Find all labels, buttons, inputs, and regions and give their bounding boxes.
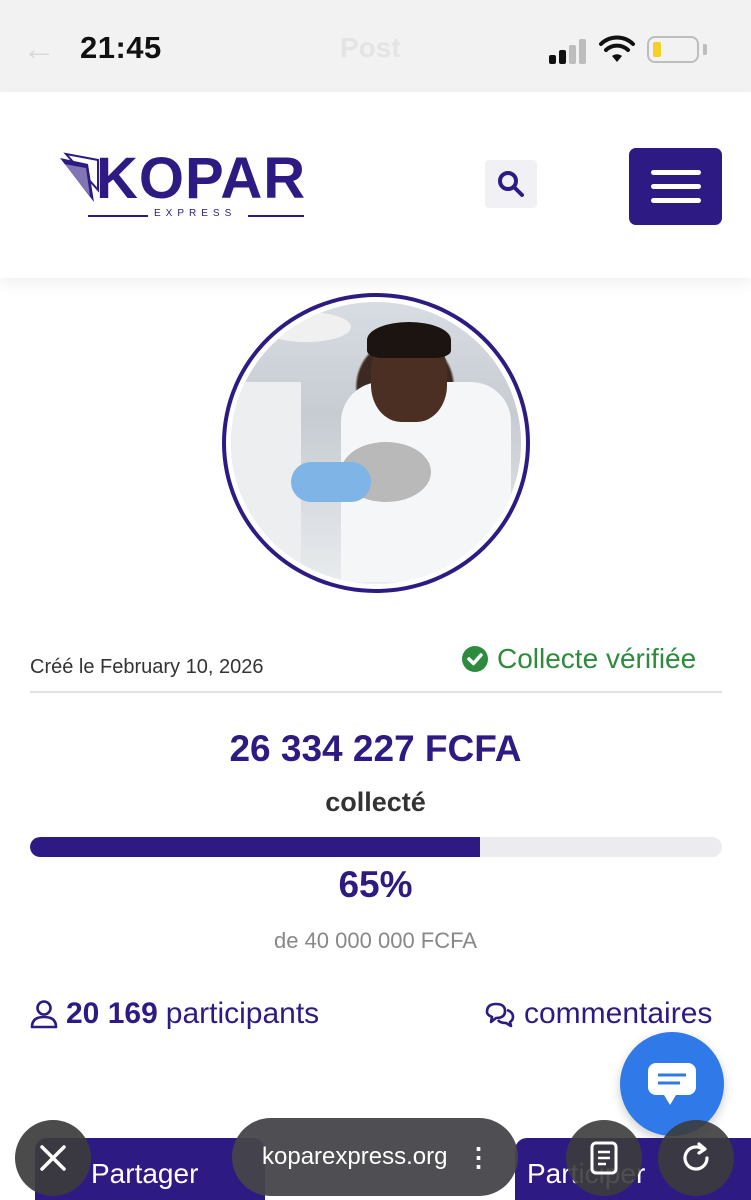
participants-count: 20 169 [66,997,158,1030]
comments-label: commentaires [524,997,713,1030]
search-button[interactable] [485,160,537,208]
site-header: KOPAR EXPRESS [0,92,751,278]
verified-label: Collecte vérifiée [497,643,697,674]
divider [30,691,722,693]
nav-title: Post [340,32,401,63]
amount-collected: 26 334 227 FCFA [229,728,522,769]
progress-bar [30,837,722,857]
reload-icon [683,1142,709,1171]
collected-label: collecté [325,787,426,817]
close-icon [40,1145,66,1171]
participants-link[interactable]: 20 169 participants [30,997,319,1031]
menu-button[interactable] [629,148,722,225]
comments-link[interactable]: commentaires [484,997,712,1031]
created-date: Créé le February 10, 2026 [30,656,264,678]
battery-icon [647,36,699,63]
campaign-photo [222,293,530,593]
status-bar: ← 21:45 Post [0,0,751,92]
comments-icon [485,1002,515,1028]
logo-subtitle: EXPRESS [88,208,304,224]
close-button[interactable] [15,1120,91,1196]
url-bar[interactable]: koparexpress.org ⋮ [232,1118,518,1196]
goal-amount: de 40 000 000 FCFA [273,928,478,953]
hamburger-line [650,198,701,203]
chat-button[interactable] [620,1032,724,1136]
reader-icon [590,1141,618,1175]
check-circle-icon [462,646,488,672]
clock: 21:45 [80,30,162,65]
campaign-photo-image [231,302,521,584]
logo-wordmark: KOPAR [96,146,307,211]
wifi-icon [599,35,635,62]
hamburger-line [650,170,701,175]
more-options-icon[interactable]: ⋮ [465,1142,491,1173]
chat-bubble-icon [648,1063,696,1105]
hamburger-line [650,184,701,189]
progress-percent: 65% [338,864,413,905]
back-arrow-icon[interactable]: ← [22,30,56,69]
battery-tip [703,44,707,55]
user-icon [30,1000,58,1029]
verified-badge: Collecte vérifiée [461,643,696,675]
cellular-signal-icon [549,38,589,64]
reload-button[interactable] [658,1120,734,1196]
url-text: koparexpress.org [262,1143,448,1170]
participants-label: participants [165,997,320,1030]
reader-button[interactable] [566,1120,642,1196]
kopar-express-logo[interactable]: KOPAR EXPRESS [58,144,318,224]
progress-fill [30,837,480,857]
search-icon [498,171,524,197]
